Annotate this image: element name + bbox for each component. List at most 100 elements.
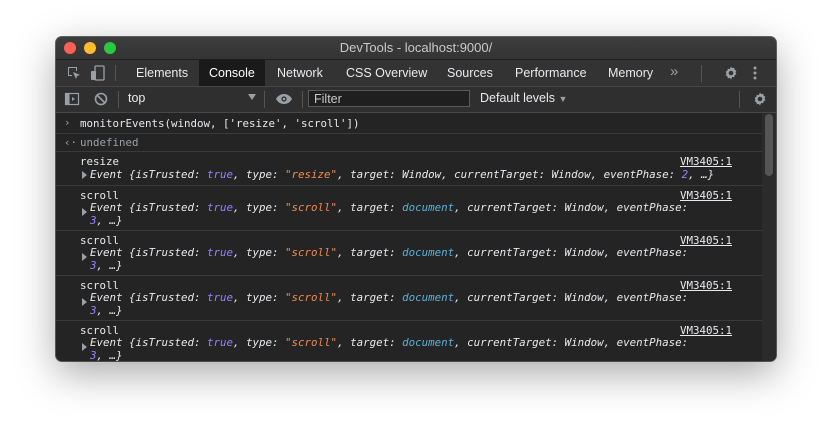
obj-text: Event {isTrusted: [90, 246, 208, 259]
toolbar-divider [739, 91, 740, 108]
tab-sources[interactable]: Sources [437, 60, 503, 86]
obj-bool: true [207, 168, 234, 181]
console-output[interactable]: › monitorEvents(window, ['resize', 'scro… [56, 113, 776, 361]
toolbar-divider [701, 65, 702, 82]
console-toolbar: top Default levels ▼ [56, 87, 776, 113]
obj-text: Event {isTrusted: [90, 201, 208, 214]
result-arrow-icon: ‹· [64, 136, 78, 149]
obj-text: , currentTarget: Window, eventPhase: [454, 246, 689, 259]
tab-elements[interactable]: Elements [126, 60, 198, 86]
chevron-down-icon: ▼ [558, 94, 568, 104]
obj-text: , currentTarget: Window, eventPhase: [454, 336, 689, 349]
tab-memory[interactable]: Memory [598, 60, 663, 86]
prompt-chevron-icon: › [64, 116, 71, 129]
event-object-continued: 3, …} [90, 214, 123, 227]
event-object-continued: 3, …} [90, 349, 123, 361]
device-toggle-icon[interactable] [90, 65, 106, 86]
tab-performance[interactable]: Performance [505, 60, 597, 86]
event-object-continued: 3, …} [90, 259, 123, 272]
expand-triangle-icon[interactable] [82, 208, 87, 216]
inspect-element-icon[interactable] [66, 65, 82, 86]
event-object[interactable]: Event {isTrusted: true, type: "resize", … [90, 168, 714, 181]
filter-input[interactable] [308, 90, 470, 107]
log-entry: scroll VM3405:1 Event {isTrusted: true, … [56, 231, 762, 276]
console-scrollbar[interactable] [762, 113, 776, 361]
tab-css-overview[interactable]: CSS Overview [336, 60, 437, 86]
expand-triangle-icon[interactable] [82, 253, 87, 261]
devtools-window: DevTools - localhost:9000/ Elements Cons… [56, 37, 776, 361]
event-name: resize [80, 155, 120, 168]
event-object[interactable]: Event {isTrusted: true, type: "scroll", … [90, 246, 688, 259]
tab-network[interactable]: Network [267, 60, 333, 86]
console-result-row: ‹· undefined [56, 134, 762, 152]
sidebar-toggle-icon[interactable] [64, 91, 80, 112]
panel-tab-bar: Elements Console Network CSS Overview So… [56, 60, 776, 87]
expand-triangle-icon[interactable] [82, 171, 87, 179]
obj-text: , type: [233, 201, 286, 214]
event-object[interactable]: Event {isTrusted: true, type: "scroll", … [90, 201, 688, 214]
toolbar-divider [118, 91, 119, 108]
event-object[interactable]: Event {isTrusted: true, type: "scroll", … [90, 291, 688, 304]
log-entry: scroll VM3405:1 Event {isTrusted: true, … [56, 321, 762, 361]
context-selector[interactable]: top [128, 91, 145, 105]
tab-console[interactable]: Console [199, 60, 265, 86]
obj-string: "scroll" [285, 291, 338, 304]
obj-text: , type: [233, 336, 286, 349]
console-command-row: › monitorEvents(window, ['resize', 'scro… [56, 113, 762, 134]
settings-icon[interactable] [723, 65, 739, 86]
event-object-continued: 3, …} [90, 304, 123, 317]
clear-console-icon[interactable] [93, 91, 109, 112]
obj-text: , type: [233, 168, 286, 181]
toolbar-divider [264, 91, 265, 108]
obj-string: "scroll" [285, 336, 338, 349]
obj-text: Event {isTrusted: [90, 291, 208, 304]
obj-text: , currentTarget: Window, eventPhase: [454, 291, 689, 304]
obj-reference: document [402, 336, 455, 349]
more-tabs-icon[interactable]: » [670, 63, 678, 80]
log-entry: resize VM3405:1 Event {isTrusted: true, … [56, 152, 762, 186]
expand-triangle-icon[interactable] [82, 343, 87, 351]
obj-text: , type: [233, 246, 286, 259]
scrollbar-thumb[interactable] [765, 114, 773, 176]
eye-icon[interactable] [275, 91, 293, 112]
obj-string: "scroll" [285, 201, 338, 214]
obj-reference: document [402, 246, 455, 259]
obj-bool: true [207, 246, 234, 259]
chevron-down-icon [248, 94, 256, 100]
obj-text: , target: [337, 246, 403, 259]
obj-bool: true [207, 201, 234, 214]
obj-text: , target: [337, 336, 403, 349]
window-title: DevTools - localhost:9000/ [339, 40, 493, 55]
console-result: undefined [80, 136, 139, 149]
more-options-icon[interactable] [752, 65, 758, 86]
toolbar-divider [302, 91, 303, 108]
obj-text: , …} [96, 304, 123, 317]
expand-triangle-icon[interactable] [82, 298, 87, 306]
source-link[interactable]: VM3405:1 [680, 155, 732, 168]
obj-text: , target: Window, currentTarget: Window,… [337, 168, 682, 181]
event-object[interactable]: Event {isTrusted: true, type: "scroll", … [90, 336, 688, 349]
title-bar: DevTools - localhost:9000/ [56, 37, 776, 60]
log-entry: scroll VM3405:1 Event {isTrusted: true, … [56, 186, 762, 231]
obj-text: , target: [337, 291, 403, 304]
obj-reference: document [402, 201, 455, 214]
obj-text: , …} [96, 349, 123, 361]
tab-divider [115, 65, 116, 81]
obj-text: , type: [233, 291, 286, 304]
obj-bool: true [207, 291, 234, 304]
obj-text: , …} [96, 259, 123, 272]
obj-string: "resize" [285, 168, 338, 181]
obj-bool: true [207, 336, 234, 349]
log-levels-label: Default levels [480, 91, 556, 105]
obj-string: "scroll" [285, 246, 338, 259]
obj-text: Event {isTrusted: [90, 336, 208, 349]
log-entry: scroll VM3405:1 Event {isTrusted: true, … [56, 276, 762, 321]
obj-text: Event {isTrusted: [90, 168, 208, 181]
obj-text: , currentTarget: Window, eventPhase: [454, 201, 689, 214]
console-command: monitorEvents(window, ['resize', 'scroll… [80, 117, 360, 130]
console-settings-icon[interactable] [752, 91, 768, 112]
obj-reference: document [402, 291, 455, 304]
log-levels-dropdown[interactable]: Default levels ▼ [480, 91, 567, 105]
obj-text: , …} [96, 214, 123, 227]
obj-text: , target: [337, 201, 403, 214]
